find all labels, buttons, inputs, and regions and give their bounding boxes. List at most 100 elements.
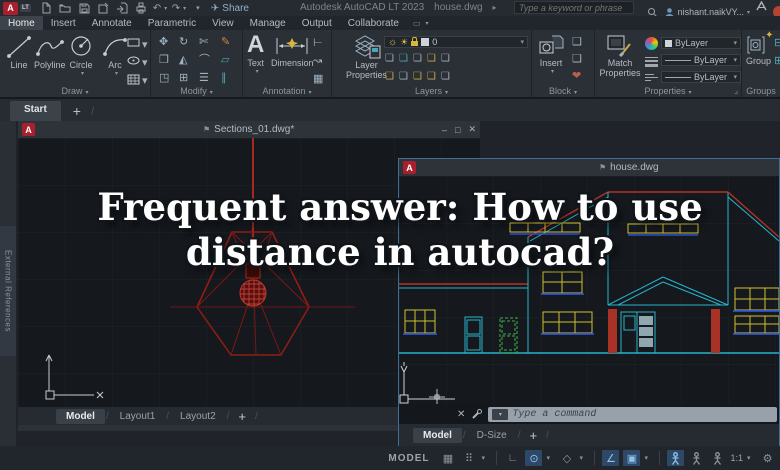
command-close-icon[interactable]: ✕ <box>457 409 465 420</box>
layers-panel-label[interactable]: Layers <box>332 86 531 96</box>
object-snap-button[interactable]: ▣ <box>623 450 641 466</box>
polar-tracking-button[interactable]: ⊙ <box>525 450 543 466</box>
fillet-tool-button[interactable]: ⌒ <box>199 55 210 66</box>
layer-properties-button[interactable]: Layer Properties <box>346 34 387 80</box>
snap-mode-button[interactable]: ⠿ <box>460 450 477 466</box>
layer-lock-button[interactable]: ❏ <box>427 53 436 64</box>
scale-dropdown-icon[interactable]: ▾ <box>747 454 755 462</box>
mirror-tool-button[interactable]: ◭ <box>179 55 187 66</box>
rotate-tool-button[interactable]: ↻ <box>179 37 188 48</box>
ortho-mode-button[interactable]: ∟ <box>504 450 521 466</box>
share-button[interactable]: ✈ Share <box>211 3 249 14</box>
arc-tool-button[interactable]: Arc <box>102 34 128 77</box>
ribbon-tab-collaborate[interactable]: Collaborate <box>340 16 407 30</box>
new-file-button[interactable] <box>39 2 53 15</box>
ribbon-tab-output[interactable]: Output <box>294 16 340 30</box>
pin-icon[interactable]: ⚑ <box>599 163 606 172</box>
ribbon-minimize-button[interactable]: ▭ <box>413 16 429 30</box>
circle-tool-button[interactable]: Circle <box>68 34 94 77</box>
save-button[interactable] <box>77 2 91 15</box>
edit-block-button[interactable]: ❑ <box>572 54 582 65</box>
ribbon-tab-parametric[interactable]: Parametric <box>140 16 204 30</box>
ungroup-button[interactable]: ⊟ <box>774 38 780 49</box>
erase-tool-button[interactable]: ✎ <box>221 37 230 48</box>
isodraft-button[interactable]: ◇ <box>558 450 575 466</box>
window-close-button[interactable]: ✕ <box>468 124 476 135</box>
command-line[interactable]: ▾ <box>488 406 777 422</box>
annotation-visibility-button[interactable] <box>667 450 685 466</box>
sections-add-layout-button[interactable]: + <box>238 409 246 424</box>
object-snap-tracking-button[interactable]: ∠ <box>602 450 620 466</box>
block-panel-label[interactable]: Block <box>532 86 594 96</box>
create-block-button[interactable]: ❑ <box>572 37 582 48</box>
text-tool-button[interactable]: A Text <box>247 32 264 75</box>
linetype-icon[interactable] <box>645 72 658 83</box>
block-attributes-button[interactable]: ❤ <box>572 71 581 82</box>
modify-panel-label[interactable]: Modify <box>151 86 242 96</box>
layer-isolate-button[interactable]: ❏ <box>399 53 408 64</box>
house-add-layout-button[interactable]: + <box>529 428 537 443</box>
layer-unisolate-button[interactable]: ❏ <box>399 71 408 82</box>
annotation-panel-label[interactable]: Annotation <box>243 86 331 96</box>
leader-tool-button[interactable]: ↝ <box>313 56 322 67</box>
copy-tool-button[interactable]: ❐ <box>159 55 169 66</box>
grid-display-button[interactable]: ▦ <box>439 450 456 466</box>
window-minimize-button[interactable]: – <box>442 125 447 135</box>
save-as-button[interactable] <box>96 2 110 15</box>
offset-tool-button[interactable]: ▱ <box>221 55 229 66</box>
dimension-tool-button[interactable]: Dimension <box>271 34 314 68</box>
house-tab-model[interactable]: Model <box>413 427 462 443</box>
ribbon-tab-view[interactable]: View <box>204 16 242 30</box>
osnap-dropdown-icon[interactable]: ▾ <box>644 454 652 462</box>
title-expand-icon[interactable]: ▸ <box>493 3 497 13</box>
layer-on2-button[interactable]: ❏ <box>385 71 394 82</box>
command-input[interactable] <box>512 408 773 420</box>
layer-thaw-button[interactable]: ❏ <box>413 71 422 82</box>
layer-off-button[interactable]: ❏ <box>385 53 394 64</box>
trim-tool-button[interactable]: ✄ <box>199 37 208 48</box>
layer-current-button[interactable]: ❏ <box>441 71 450 82</box>
group-edit-button[interactable]: ⊞ <box>774 56 780 67</box>
sections-tab-layout1[interactable]: Layout1 <box>110 409 166 424</box>
layer-unlock-button[interactable]: ❏ <box>427 71 436 82</box>
match-properties-button[interactable]: Match Properties <box>598 34 642 78</box>
ribbon-tab-manage[interactable]: Manage <box>242 16 294 30</box>
isodraft-dropdown-icon[interactable]: ▾ <box>579 454 587 462</box>
model-space-label[interactable]: MODEL <box>388 453 429 464</box>
annotation-autoscale-button[interactable] <box>688 450 705 466</box>
group-button[interactable]: ✦ Group <box>746 30 774 66</box>
properties-launcher-icon[interactable]: ⌟ <box>734 86 738 95</box>
linetype-dropdown[interactable]: ByLayer ▾ <box>661 71 741 83</box>
properties-panel-label[interactable]: Properties <box>595 86 741 96</box>
hatch-tool-button[interactable] <box>127 74 140 85</box>
object-color-dropdown[interactable]: ByLayer ▾ <box>661 37 741 49</box>
snap-dropdown-icon[interactable]: ▾ <box>481 454 489 462</box>
color-wheel-icon[interactable] <box>645 37 658 50</box>
plot-button[interactable] <box>134 2 148 15</box>
ellipse-tool-button[interactable] <box>127 56 140 65</box>
explode-tool-button[interactable]: ∥ <box>221 73 227 84</box>
move-tool-button[interactable]: ✥ <box>159 37 168 48</box>
external-references-palette-tab[interactable]: External References <box>0 226 16 356</box>
window-maximize-button[interactable]: □ <box>455 125 460 135</box>
open-file-button[interactable] <box>58 2 72 15</box>
search-input[interactable] <box>515 2 633 13</box>
scale-tool-button[interactable]: ☰ <box>199 73 209 84</box>
file-tab-start[interactable]: Start <box>10 101 61 121</box>
ribbon-tab-insert[interactable]: Insert <box>43 16 84 30</box>
lineweight-dropdown[interactable]: ByLayer ▾ <box>661 54 741 66</box>
command-history-icon[interactable]: ▾ <box>492 408 509 420</box>
array-tool-button[interactable]: ⊞ <box>179 73 188 84</box>
layer-match-button[interactable]: ❏ <box>441 53 450 64</box>
house-tab-dsize[interactable]: D-Size <box>467 428 517 443</box>
new-drawing-tab-button[interactable]: + <box>73 103 81 121</box>
ribbon-tab-home[interactable]: Home <box>0 16 43 30</box>
qat-customize-icon[interactable]: ▾ <box>191 2 205 15</box>
layer-dropdown[interactable]: ☼ ☀ 0 ▾ <box>384 36 528 48</box>
rectangle-tool-button[interactable] <box>127 38 140 47</box>
polar-dropdown-icon[interactable]: ▾ <box>546 454 554 462</box>
undo-button[interactable]: ↶ <box>153 2 167 15</box>
line-tool-button[interactable]: Line <box>6 34 32 70</box>
redo-button[interactable]: ↷ <box>172 2 186 15</box>
draw-panel-label[interactable]: Draw <box>0 86 150 96</box>
